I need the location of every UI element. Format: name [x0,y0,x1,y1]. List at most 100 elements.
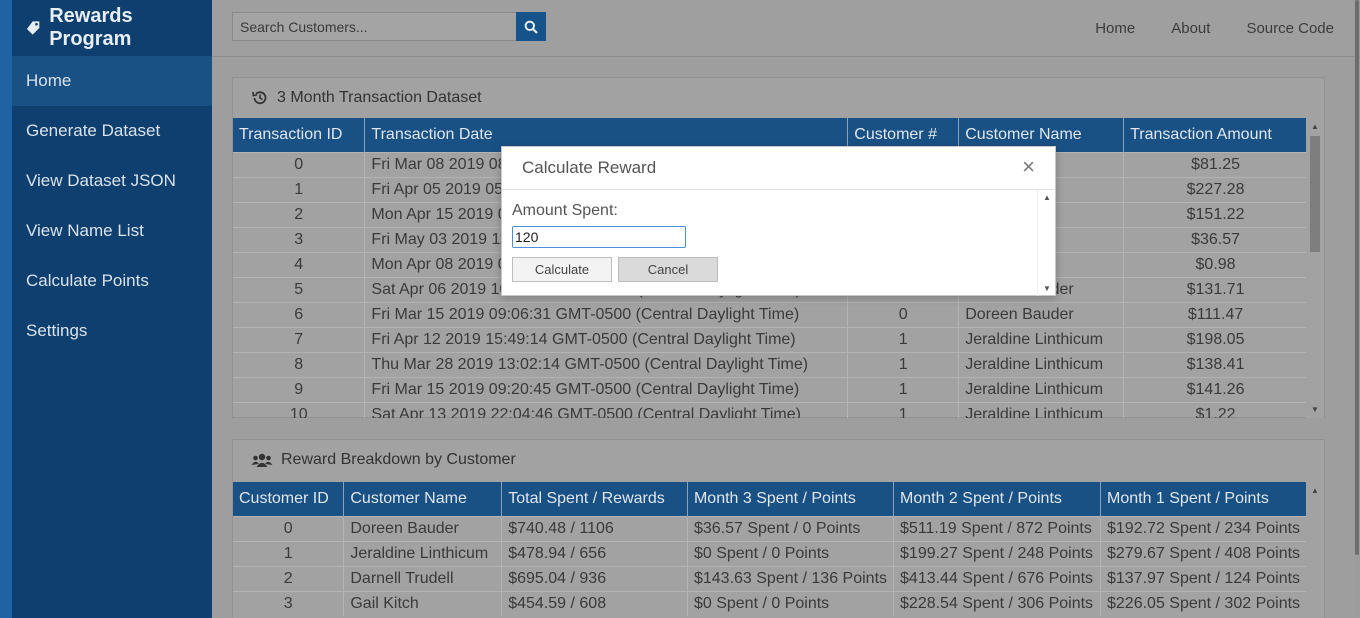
topnav-about-link[interactable]: About [1171,20,1210,37]
topnav-source-code-link[interactable]: Source Code [1246,20,1334,37]
sidebar-edge [0,0,12,618]
table-cell: $740.48 / 1106 [501,515,688,541]
table-cell: $227.28 [1123,176,1308,202]
transactions-scrollbar[interactable]: ▲ ▼ [1306,118,1324,418]
column-header[interactable]: Transaction Amount [1123,118,1308,152]
sidebar-item-view-dataset-json[interactable]: View Dataset JSON [12,156,212,206]
table-cell: 10 [233,401,366,418]
table-cell: 8 [233,351,366,377]
page-scrollbar[interactable] [1354,0,1360,618]
table-cell: 3 [233,226,366,252]
sidebar-item-settings[interactable]: Settings [12,306,212,356]
brand[interactable]: Rewards Program [12,0,212,56]
table-cell: $111.47 [1123,301,1308,327]
table-cell: 1 [847,351,960,377]
scroll-up-icon[interactable]: ▲ [1311,486,1319,495]
topbar: Home About Source Code [212,0,1360,57]
table-cell: $413.44 Spent / 676 Points [893,565,1101,591]
sidebar: Rewards Program Home Generate Dataset Vi… [12,0,212,618]
table-cell: Fri Mar 15 2019 09:06:31 GMT-0500 (Centr… [364,301,849,327]
table-cell: 2 [233,565,345,591]
scroll-down-icon[interactable]: ▼ [1311,405,1319,414]
table-cell: $279.67 Spent / 408 Points [1100,540,1308,566]
table-row[interactable]: 7 Fri Apr 12 2019 15:49:14 GMT-0500 (Cent… [233,326,1308,352]
table-cell: 1 [847,326,960,352]
calculate-reward-modal: Calculate Reward × Amount Spent: Calcula… [501,146,1056,296]
brand-title: Rewards Program [49,5,133,50]
scroll-up-icon[interactable]: ▲ [1311,122,1319,131]
table-cell: Jeraldine Linthicum [958,401,1125,418]
table-cell: $36.57 Spent / 0 Points [687,515,895,541]
table-cell: Sat Apr 13 2019 22:04:46 GMT-0500 (Centr… [364,401,849,418]
table-cell: $511.19 Spent / 872 Points [893,515,1101,541]
table-cell: $138.41 [1123,351,1308,377]
sidebar-item-generate-dataset[interactable]: Generate Dataset [12,106,212,156]
table-row[interactable]: 0 Doreen Bauder $740.48 / 1106 $36.57 Spent… [233,515,1308,541]
table-cell: $1.22 [1123,401,1308,418]
table-cell: 1 [847,401,960,418]
table-cell: $199.27 Spent / 248 Points [893,540,1101,566]
scrollbar-thumb[interactable] [1310,136,1320,252]
history-icon [251,89,269,107]
table-cell: 4 [233,251,366,277]
sidebar-item-home[interactable]: Home [12,56,212,106]
table-cell: $228.54 Spent / 306 Points [893,590,1101,616]
search-button[interactable] [516,12,546,41]
table-row[interactable]: 3 Gail Kitch $454.59 / 608 $0 Spent / 0 Poi… [233,590,1308,616]
sidebar-item-label: Settings [26,321,88,340]
table-cell: Jeraldine Linthicum [343,540,503,566]
transactions-title: 3 Month Transaction Dataset [277,89,482,106]
table-cell: $0 Spent / 0 Points [687,590,895,616]
table-cell: $131.71 [1123,276,1308,302]
sidebar-item-view-name-list[interactable]: View Name List [12,206,212,256]
table-cell: 2 [233,201,366,227]
topnav-home-link[interactable]: Home [1095,20,1135,37]
search-input[interactable] [232,12,517,41]
column-header[interactable]: Customer ID [233,482,345,516]
modal-title: Calculate Reward [522,158,657,177]
column-header[interactable]: Total Spent / Rewards [501,482,688,516]
table-row[interactable]: 8 Thu Mar 28 2019 13:02:14 GMT-0500 (Cent… [233,351,1308,377]
rewards-scrollbar[interactable]: ▲ [1306,482,1324,618]
calculate-button[interactable]: Calculate [512,257,612,282]
column-header[interactable]: Customer Name [343,482,503,516]
column-header[interactable]: Month 1 Spent / Points [1100,482,1308,516]
table-cell: $0.98 [1123,251,1308,277]
table-cell: 0 [847,301,960,327]
table-cell: Jeraldine Linthicum [958,326,1125,352]
sidebar-item-calculate-points[interactable]: Calculate Points [12,256,212,306]
table-row[interactable]: 1 Jeraldine Linthicum $478.94 / 656 $0 Spen… [233,540,1308,566]
column-header[interactable]: Month 3 Spent / Points [687,482,895,516]
users-icon [251,452,273,468]
cancel-button[interactable]: Cancel [618,257,718,282]
table-cell: Fri Mar 15 2019 09:20:45 GMT-0500 (Centr… [364,376,849,402]
column-header[interactable]: Month 2 Spent / Points [893,482,1101,516]
table-cell: $478.94 / 656 [501,540,688,566]
table-cell: $141.26 [1123,376,1308,402]
table-row[interactable]: 10 Sat Apr 13 2019 22:04:46 GMT-0500 (Cen… [233,401,1308,418]
transactions-panel-header: 3 Month Transaction Dataset [233,78,1324,118]
table-cell: $0 Spent / 0 Points [687,540,895,566]
close-icon[interactable]: × [1022,156,1035,178]
rewards-table-wrap: Customer ID Customer Name Total Spent / Re… [233,482,1308,618]
table-cell: $151.22 [1123,201,1308,227]
scroll-up-icon[interactable]: ▲ [1043,193,1051,202]
rewards-table: Customer ID Customer Name Total Spent / Re… [233,482,1308,616]
rewards-panel-header: Reward Breakdown by Customer [233,440,1324,480]
table-cell: $36.57 [1123,226,1308,252]
table-row[interactable]: 6 Fri Mar 15 2019 09:06:31 GMT-0500 (Cent… [233,301,1308,327]
table-cell: 6 [233,301,366,327]
rewards-panel: Reward Breakdown by Customer Customer ID… [232,439,1325,618]
modal-scrollbar[interactable]: ▲ ▼ [1037,190,1055,296]
table-cell: 1 [847,376,960,402]
tag-icon [26,21,40,35]
table-cell: Fri Apr 12 2019 15:49:14 GMT-0500 (Centr… [364,326,849,352]
amount-spent-input[interactable] [512,226,686,248]
table-row[interactable]: 9 Fri Mar 15 2019 09:20:45 GMT-0500 (Cent… [233,376,1308,402]
column-header[interactable]: Transaction ID [233,118,366,152]
page-scrollbar-thumb[interactable] [1355,0,1359,555]
sidebar-item-label: Calculate Points [26,271,149,290]
table-row[interactable]: 2 Darnell Trudell $695.04 / 936 $143.63 Spe… [233,565,1308,591]
scroll-down-icon[interactable]: ▼ [1043,284,1051,293]
table-cell: 1 [233,540,345,566]
